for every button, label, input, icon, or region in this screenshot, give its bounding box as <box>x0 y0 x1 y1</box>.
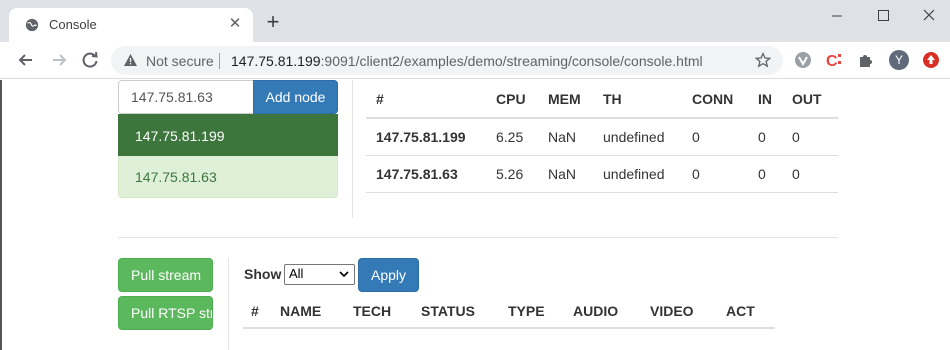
table-cell: 0 <box>782 155 838 193</box>
table-cell: 147.75.81.63 <box>366 155 486 193</box>
svg-text:C: C <box>826 53 838 69</box>
column-header: OUT <box>782 80 838 119</box>
bookmark-star-icon[interactable] <box>755 52 771 68</box>
column-header: CPU <box>486 80 538 119</box>
column-header: VIDEO <box>642 294 718 329</box>
table-cell: NaN <box>538 155 593 193</box>
security-label[interactable]: Not secure <box>146 53 214 69</box>
table-header-row: # NAME TECH STATUS TYPE AUDIO VIDEO ACT <box>243 294 775 329</box>
extension-shield-icon[interactable] <box>794 51 812 69</box>
show-filter-select[interactable]: All <box>284 264 355 285</box>
column-header: MEM <box>538 80 593 119</box>
extension-c-icon[interactable]: C <box>825 51 843 69</box>
add-node-button[interactable]: Add node <box>253 80 338 114</box>
browser-chrome: Console ✕ + Not secure 147.75.81.199:909… <box>0 0 950 79</box>
close-window-icon[interactable] <box>918 6 940 24</box>
vertical-divider <box>352 80 353 218</box>
url-text[interactable]: 147.75.81.199:9091/client2/examples/demo… <box>231 53 703 69</box>
omnibox-separator <box>219 53 220 69</box>
table-cell: 0 <box>748 155 782 193</box>
pull-stream-button[interactable]: Pull stream <box>118 258 213 292</box>
close-tab-icon[interactable]: ✕ <box>227 16 243 32</box>
address-bar[interactable]: Not secure 147.75.81.199:9091/client2/ex… <box>111 46 783 75</box>
node-list-item[interactable]: 147.75.81.199 <box>118 114 338 156</box>
apply-button[interactable]: Apply <box>358 258 419 292</box>
tab-strip: Console ✕ + <box>0 0 950 42</box>
column-header: STATUS <box>413 294 500 329</box>
pull-rtsp-stream-button[interactable]: Pull RTSP stream <box>118 296 213 330</box>
table-row: 147.75.81.199 6.25 NaN undefined 0 0 0 <box>366 118 838 156</box>
reload-icon[interactable] <box>79 49 101 71</box>
page-content: Add node 147.75.81.199 147.75.81.63 # CP… <box>0 80 950 350</box>
table-cell: 5.26 <box>486 155 538 193</box>
table-cell: NaN <box>538 118 593 156</box>
profile-avatar[interactable]: Y <box>889 50 909 70</box>
column-header: CONN <box>682 80 748 119</box>
table-cell: undefined <box>593 155 682 193</box>
column-header: TH <box>593 80 682 119</box>
column-header: TYPE <box>500 294 565 329</box>
maximize-icon[interactable] <box>872 6 894 24</box>
back-icon[interactable] <box>15 49 37 71</box>
table-cell: 147.75.81.199 <box>366 118 486 156</box>
table-cell: undefined <box>593 118 682 156</box>
url-path: :9091/client2/examples/demo/streaming/co… <box>320 53 703 69</box>
column-header: # <box>243 294 272 329</box>
column-header: NAME <box>272 294 345 329</box>
forward-icon[interactable] <box>48 49 70 71</box>
node-stats-table: # CPU MEM TH CONN IN OUT 147.75.81.199 6… <box>366 80 838 193</box>
column-header: TECH <box>345 294 413 329</box>
column-header: AUDIO <box>565 294 642 329</box>
vertical-divider <box>228 258 229 350</box>
warning-icon[interactable] <box>123 53 138 67</box>
node-list-item[interactable]: 147.75.81.63 <box>118 156 338 198</box>
column-header: ACT <box>718 294 775 329</box>
table-cell: 0 <box>782 118 838 156</box>
show-label: Show <box>244 266 282 282</box>
column-header: IN <box>748 80 782 119</box>
table-row: 147.75.81.63 5.26 NaN undefined 0 0 0 <box>366 155 838 193</box>
table-cell: 0 <box>682 118 748 156</box>
streams-table: # NAME TECH STATUS TYPE AUDIO VIDEO ACT <box>243 294 775 329</box>
node-list: 147.75.81.199 147.75.81.63 <box>118 114 338 198</box>
browser-toolbar: Not secure 147.75.81.199:9091/client2/ex… <box>0 42 950 79</box>
browser-tab[interactable]: Console ✕ <box>9 8 253 42</box>
extensions-puzzle-icon[interactable] <box>857 51 875 69</box>
table-cell: 0 <box>748 118 782 156</box>
minimize-icon[interactable] <box>826 6 848 24</box>
tab-title: Console <box>49 17 97 32</box>
new-tab-icon[interactable]: + <box>262 11 284 34</box>
globe-icon <box>25 18 39 32</box>
table-header-row: # CPU MEM TH CONN IN OUT <box>366 80 838 119</box>
show-selected-value: All <box>289 266 304 281</box>
update-icon[interactable] <box>922 51 940 69</box>
node-address-input[interactable] <box>118 80 254 114</box>
table-cell: 6.25 <box>486 118 538 156</box>
column-header: # <box>366 80 486 119</box>
table-cell: 0 <box>682 155 748 193</box>
url-host: 147.75.81.199 <box>231 53 321 69</box>
section-divider <box>118 237 838 238</box>
chevron-down-icon <box>339 271 349 278</box>
window-edge <box>0 80 2 350</box>
